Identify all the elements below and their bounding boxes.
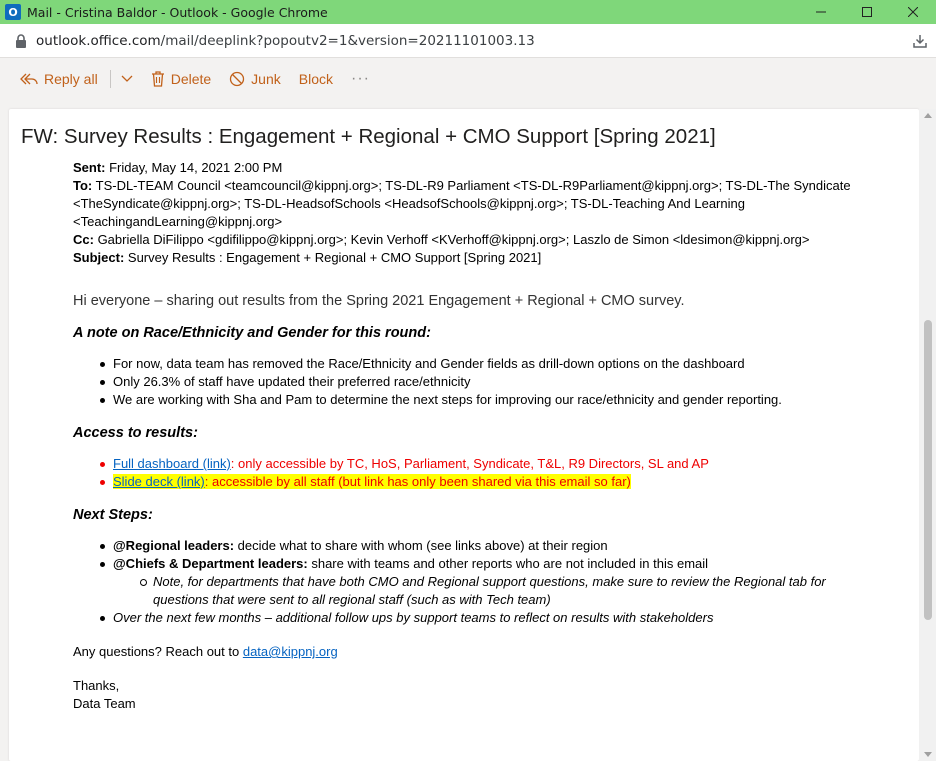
list-item: Note, for departments that have both CMO… (73, 573, 873, 609)
address-bar[interactable]: outlook.office.com/mail/deeplink?popoutv… (0, 24, 936, 58)
note-heading: A note on Race/Ethnicity and Gender for … (73, 325, 431, 341)
window-controls (798, 0, 936, 24)
list-item: We are working with Sha and Pam to deter… (73, 391, 873, 409)
full-dashboard-link[interactable]: Full dashboard (link) (113, 456, 231, 471)
access-heading: Access to results: (73, 425, 198, 441)
maximize-icon (862, 7, 872, 17)
to-line: To: TS-DL-TEAM Council <teamcouncil@kipp… (73, 177, 873, 231)
more-actions-button[interactable]: ··· (351, 59, 370, 99)
sent-value: Friday, May 14, 2021 2:00 PM (105, 160, 283, 175)
block-label: Block (298, 71, 333, 87)
minimize-button[interactable] (798, 0, 844, 24)
subject-value: Survey Results : Engagement + Regional +… (124, 250, 542, 265)
regional-leaders-label: @Regional leaders: (113, 538, 235, 553)
junk-button[interactable]: Junk (229, 59, 281, 99)
block-button[interactable]: Block (299, 59, 333, 99)
delete-button[interactable]: Delete (151, 59, 211, 99)
chiefs-leaders-text: share with teams and other reports who a… (307, 556, 709, 571)
sent-label: Sent: (73, 160, 106, 175)
url-text[interactable]: outlook.office.com/mail/deeplink?popoutv… (36, 33, 535, 49)
questions-text: Any questions? Reach out to (73, 644, 243, 659)
sign-off: Thanks, Data Team (73, 677, 873, 713)
next-steps-sublist: Note, for departments that have both CMO… (73, 573, 873, 609)
reply-all-icon (20, 73, 38, 85)
data-email-link[interactable]: data@kippnj.org (243, 644, 338, 659)
signature-text: Data Team (73, 696, 136, 711)
download-icon[interactable] (912, 33, 928, 49)
list-item: Full dashboard (link): only accessible b… (73, 455, 873, 473)
toolbar-divider (109, 70, 111, 88)
full-dashboard-note: : only accessible by TC, HoS, Parliament… (230, 456, 709, 471)
lock-icon[interactable] (14, 33, 28, 48)
list-item: For now, data team has removed the Race/… (73, 355, 873, 373)
window-title: Mail - Cristina Baldor - Outlook - Googl… (27, 4, 328, 20)
note-list: For now, data team has removed the Race/… (73, 355, 873, 409)
forwarded-headers: Sent: Friday, May 14, 2021 2:00 PM To: T… (73, 159, 873, 267)
access-list: Full dashboard (link): only accessible b… (73, 455, 873, 491)
reply-all-label: Reply all (44, 71, 98, 87)
regional-leaders-text: decide what to share with whom (see link… (234, 538, 608, 553)
message-toolbar: Reply all Delete Junk Block ··· (0, 59, 936, 99)
scroll-thumb[interactable] (924, 320, 932, 620)
next-steps-heading: Next Steps: (73, 507, 153, 523)
thanks-text: Thanks, (73, 678, 120, 693)
window-titlebar: O Mail - Cristina Baldor - Outlook - Goo… (0, 0, 936, 24)
trash-icon (151, 71, 164, 87)
email-subject: FW: Survey Results : Engagement + Region… (21, 125, 716, 148)
questions-line: Any questions? Reach out to data@kippnj.… (73, 643, 873, 661)
delete-label: Delete (170, 71, 212, 87)
cc-value: Gabriella DiFilippo <gdifilippo@kippnj.o… (93, 232, 810, 247)
to-label: To: (73, 178, 93, 193)
subject-line: Subject: Survey Results : Engagement + R… (73, 249, 873, 267)
cc-label: Cc: (73, 232, 94, 247)
close-button[interactable] (890, 0, 936, 24)
minimize-icon (816, 11, 826, 13)
close-icon (908, 7, 918, 17)
email-body: Sent: Friday, May 14, 2021 2:00 PM To: T… (73, 159, 873, 713)
scroll-up-arrow-icon[interactable] (924, 113, 932, 118)
list-item: Over the next few months – additional fo… (73, 609, 873, 627)
chevron-down-icon (121, 75, 133, 82)
subject-label: Subject: (73, 250, 125, 265)
outlook-app-icon: O (5, 4, 21, 20)
vertical-scrollbar[interactable] (919, 109, 936, 761)
junk-label: Junk (251, 71, 281, 87)
greeting-text: Hi everyone – sharing out results from t… (73, 293, 685, 309)
maximize-button[interactable] (844, 0, 890, 24)
next-steps-list: @Regional leaders: decide what to share … (73, 537, 873, 573)
sent-line: Sent: Friday, May 14, 2021 2:00 PM (73, 159, 873, 177)
block-circle-icon (230, 71, 245, 87)
slide-deck-link[interactable]: Slide deck (link) (113, 474, 205, 489)
scroll-down-arrow-icon[interactable] (924, 752, 932, 757)
url-path: /mail/deeplink?popoutv2=1&version=202111… (160, 32, 535, 49)
reading-pane: FW: Survey Results : Engagement + Region… (9, 109, 919, 761)
more-icon: ··· (350, 70, 370, 87)
url-host: outlook.office.com (36, 32, 161, 49)
slide-deck-note: : accessible by all staff (but link has … (204, 474, 631, 489)
cc-line: Cc: Gabriella DiFilippo <gdifilippo@kipp… (73, 231, 873, 249)
next-steps-list-cont: Over the next few months – additional fo… (73, 609, 873, 627)
list-item: Slide deck (link): accessible by all sta… (73, 473, 873, 491)
list-item: @Chiefs & Department leaders: share with… (73, 555, 873, 573)
chiefs-leaders-label: @Chiefs & Department leaders: (113, 556, 308, 571)
to-value: TS-DL-TEAM Council <teamcouncil@kippnj.o… (73, 178, 851, 229)
list-item: Only 26.3% of staff have updated their p… (73, 373, 873, 391)
list-item: @Regional leaders: decide what to share … (73, 537, 873, 555)
reply-all-button[interactable]: Reply all (20, 59, 98, 99)
reply-options-dropdown[interactable] (121, 75, 133, 83)
